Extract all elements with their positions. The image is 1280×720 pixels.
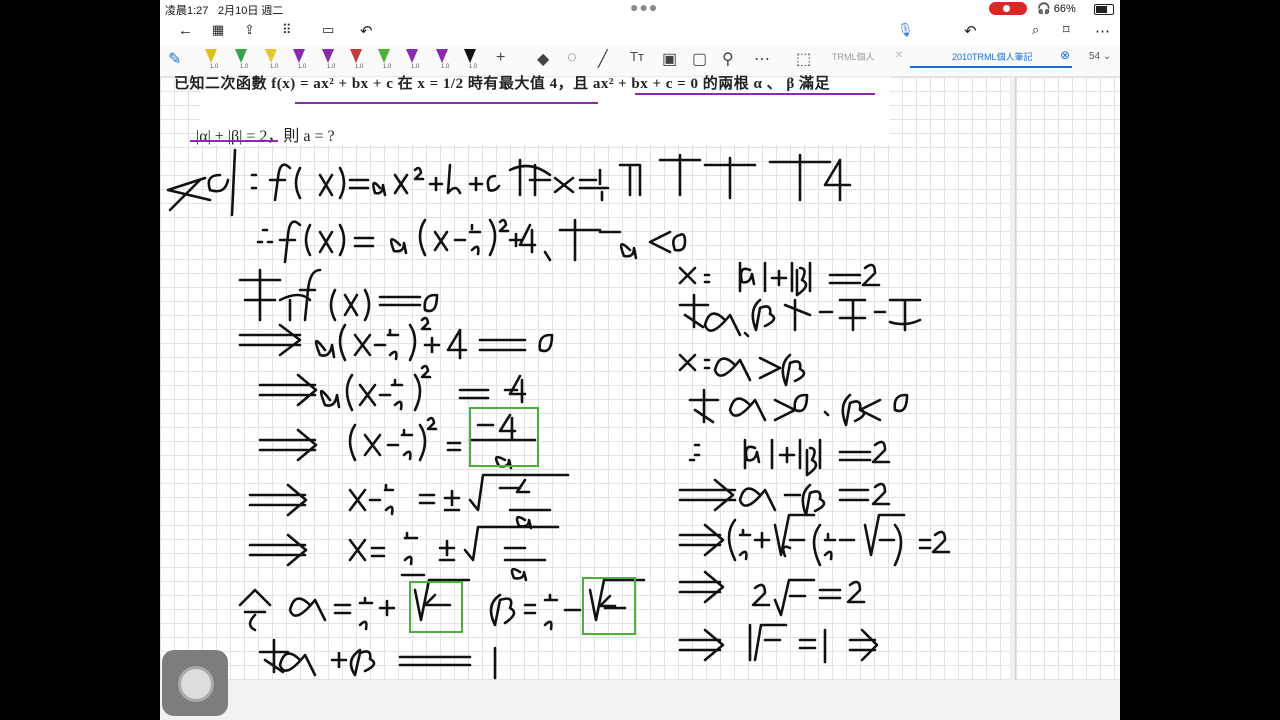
arrow-4 (248, 483, 308, 517)
right-col-2 (678, 293, 922, 338)
highlight-box-1 (469, 407, 539, 467)
arrow-5 (248, 533, 308, 567)
page-number-value: 54 (1089, 51, 1101, 62)
status-right: 🎧 66% (1037, 3, 1076, 15)
handwriting-layer (166, 148, 951, 680)
line2-formula (256, 218, 687, 264)
eq-1 (314, 316, 554, 362)
right-col-8 (678, 570, 866, 617)
line1-formula (250, 153, 852, 202)
arrow-3 (258, 428, 318, 462)
eq-2 (319, 364, 527, 412)
more-icon[interactable]: ⋯ (1095, 22, 1110, 40)
so-alpha-plus-beta (258, 638, 497, 680)
bottom-bar (160, 680, 1120, 720)
eq-5 (348, 525, 560, 582)
battery-percent: 66% (1053, 3, 1076, 15)
right-col-6 (678, 478, 891, 517)
search-icon[interactable]: ⌕ (1032, 22, 1039, 38)
eq-4 (348, 473, 570, 530)
eq-3 (348, 413, 537, 470)
right-col-5 (688, 438, 891, 477)
right-col-3 (678, 353, 806, 387)
close-active-tab-icon[interactable]: ⊗ (1060, 48, 1070, 62)
sol-label (166, 148, 237, 217)
right-col-1 (678, 261, 881, 297)
right-col-7 (678, 513, 951, 567)
bookmark-icon[interactable]: ⌑ (1063, 22, 1070, 38)
right-col-9 (678, 623, 879, 664)
assistive-touch-icon[interactable] (162, 650, 228, 716)
side-page[interactable] (1015, 77, 1120, 680)
right-col-4 (688, 388, 909, 427)
screen: 凌晨1:27 2月10日 週二 ●●● 🎧 66% ← ▦ ⇪ ⠿ ▭ ↶ 🎙 … (160, 0, 1120, 720)
page-number[interactable]: 54 ⌄ (1089, 51, 1111, 62)
battery-icon (1094, 4, 1114, 15)
if-fx-zero (238, 268, 439, 322)
arrow-1 (238, 323, 302, 357)
arrow-2 (258, 373, 318, 407)
